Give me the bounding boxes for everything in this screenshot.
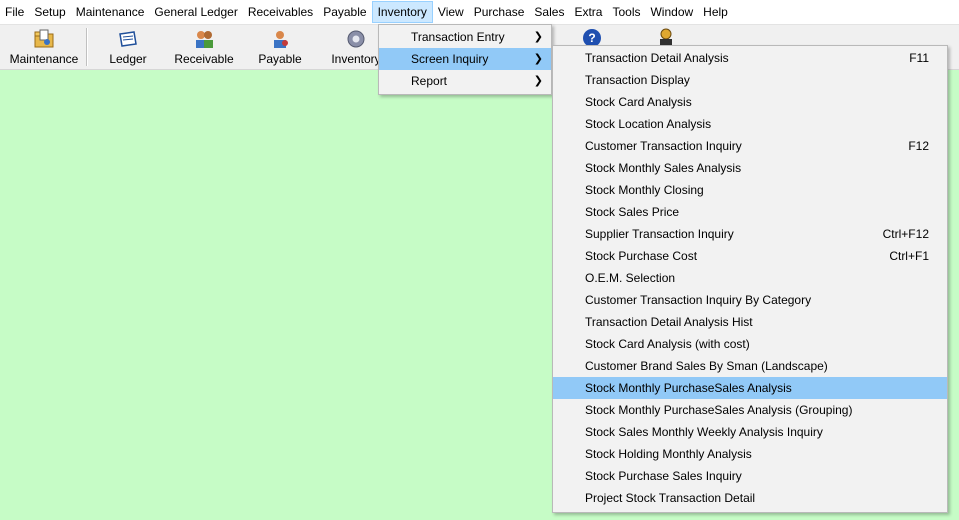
menu-receivables[interactable]: Receivables [243,1,318,23]
gear-icon [347,30,365,48]
menu-item-label: Stock Purchase Sales Inquiry [585,469,742,483]
menu-item-customer-transaction-inquiry[interactable]: Customer Transaction Inquiry F12 [553,135,947,157]
menu-item-supplier-transaction-inquiry[interactable]: Supplier Transaction Inquiry Ctrl+F12 [553,223,947,245]
toolbar-ledger-button[interactable]: Ledger [98,25,158,69]
menu-item-shortcut: F11 [909,51,929,65]
menu-item-label: Project Stock Transaction Detail [585,491,756,505]
menu-item-label: O.E.M. Selection [585,271,676,285]
menu-item-stock-monthly-sales-analysis[interactable]: Stock Monthly Sales Analysis [553,157,947,179]
menu-item-label: Stock Holding Monthly Analysis [585,447,752,461]
menu-item-screen-inquiry[interactable]: Screen Inquiry ❯ [379,48,551,70]
menu-item-label: Stock Monthly PurchaseSales Analysis (Gr… [585,403,853,417]
menu-setup[interactable]: Setup [29,1,70,23]
menu-item-stock-sales-price[interactable]: Stock Sales Price [553,201,947,223]
chevron-right-icon: ❯ [533,53,543,65]
toolbar-maintenance-button[interactable]: Maintenance [4,25,84,69]
menu-file[interactable]: File [0,1,29,23]
folder-icon [34,29,54,48]
menu-item-stock-monthly-purchasesales-analysis-grouping[interactable]: Stock Monthly PurchaseSales Analysis (Gr… [553,399,947,421]
toolbar-payable-button[interactable]: Payable [252,25,308,69]
menu-item-shortcut: Ctrl+F12 [882,227,929,241]
menu-general-ledger[interactable]: General Ledger [149,1,242,23]
payable-icon [274,31,288,48]
menu-item-customer-brand-sales-by-sman[interactable]: Customer Brand Sales By Sman (Landscape) [553,355,947,377]
menu-item-label: Screen Inquiry [411,52,489,66]
menu-item-label: Transaction Detail Analysis Hist [585,315,753,329]
menu-item-transaction-display[interactable]: Transaction Display [553,69,947,91]
chevron-right-icon: ❯ [533,31,543,43]
menu-item-transaction-detail-analysis[interactable]: Transaction Detail Analysis F11 [553,47,947,69]
menu-item-oem-selection[interactable]: O.E.M. Selection [553,267,947,289]
menu-item-report[interactable]: Report ❯ [379,70,551,92]
menu-item-label: Transaction Detail Analysis [585,51,729,65]
menu-item-stock-holding-monthly-analysis[interactable]: Stock Holding Monthly Analysis [553,443,947,465]
ledger-icon [119,31,137,47]
toolbar-receivable-button[interactable]: Receivable [170,25,238,69]
people-icon [196,31,213,48]
menu-item-stock-purchase-cost[interactable]: Stock Purchase Cost Ctrl+F1 [553,245,947,267]
toolbar-label: Inventory [331,52,381,66]
menu-item-project-stock-transaction-detail[interactable]: Project Stock Transaction Detail [553,487,947,509]
menu-item-label: Stock Monthly Closing [585,183,704,197]
menu-extra[interactable]: Extra [569,1,607,23]
menu-purchase[interactable]: Purchase [469,1,530,23]
menu-item-customer-transaction-inquiry-by-category[interactable]: Customer Transaction Inquiry By Category [553,289,947,311]
menu-item-label: Stock Monthly PurchaseSales Analysis [585,381,792,395]
menu-item-stock-monthly-closing[interactable]: Stock Monthly Closing [553,179,947,201]
toolbar-label: Payable [258,52,302,66]
menu-window[interactable]: Window [645,1,698,23]
chevron-right-icon: ❯ [533,75,543,87]
menu-item-label: Report [411,74,448,88]
menu-tools[interactable]: Tools [607,1,645,23]
menu-help[interactable]: Help [698,1,733,23]
menu-item-label: Customer Brand Sales By Sman (Landscape) [585,359,828,373]
menu-item-stock-sales-monthly-weekly-analysis-inquiry[interactable]: Stock Sales Monthly Weekly Analysis Inqu… [553,421,947,443]
menu-item-label: Stock Monthly Sales Analysis [585,161,742,175]
menu-item-label: Transaction Entry [411,30,505,44]
menu-item-label: Customer Transaction Inquiry By Category [585,293,812,307]
menu-item-label: Stock Sales Price [585,205,680,219]
toolbar-label: Ledger [109,52,147,66]
menu-item-transaction-entry[interactable]: Transaction Entry ❯ [379,26,551,48]
svg-text:?: ? [588,31,595,45]
menu-item-label: Stock Card Analysis [585,95,692,109]
menu-item-transaction-detail-analysis-hist[interactable]: Transaction Detail Analysis Hist [553,311,947,333]
menu-item-stock-card-analysis[interactable]: Stock Card Analysis [553,91,947,113]
menu-item-label: Stock Card Analysis (with cost) [585,337,750,351]
menu-item-label: Stock Sales Monthly Weekly Analysis Inqu… [585,425,823,439]
menu-item-label: Stock Purchase Cost [585,249,698,263]
menu-item-stock-monthly-purchasesales-analysis[interactable]: Stock Monthly PurchaseSales Analysis [553,377,947,399]
inventory-menu: Transaction Entry ❯ Screen Inquiry ❯ Rep… [378,24,552,95]
toolbar-inventory-button[interactable]: Inventory [326,25,386,69]
menu-bar: File Setup Maintenance General Ledger Re… [0,0,959,25]
menu-item-label: Stock Location Analysis [585,117,712,131]
menu-maintenance[interactable]: Maintenance [71,1,150,23]
menu-item-stock-purchase-sales-inquiry[interactable]: Stock Purchase Sales Inquiry [553,465,947,487]
screen-inquiry-menu: Transaction Detail Analysis F11 Transacti… [552,45,948,513]
menu-item-stock-location-analysis[interactable]: Stock Location Analysis [553,113,947,135]
menu-inventory[interactable]: Inventory [371,1,433,23]
menu-item-label: Customer Transaction Inquiry [585,139,742,153]
menu-item-shortcut: F12 [908,139,929,153]
menu-item-stock-card-analysis-with-cost[interactable]: Stock Card Analysis (with cost) [553,333,947,355]
menu-payable[interactable]: Payable [318,1,371,23]
menu-item-label: Supplier Transaction Inquiry [585,227,734,241]
toolbar-label: Receivable [174,52,234,66]
menu-item-shortcut: Ctrl+F1 [889,249,929,263]
menu-sales[interactable]: Sales [529,1,569,23]
toolbar-label: Maintenance [9,52,79,66]
menu-item-label: Transaction Display [585,73,690,87]
menu-view[interactable]: View [433,1,469,23]
